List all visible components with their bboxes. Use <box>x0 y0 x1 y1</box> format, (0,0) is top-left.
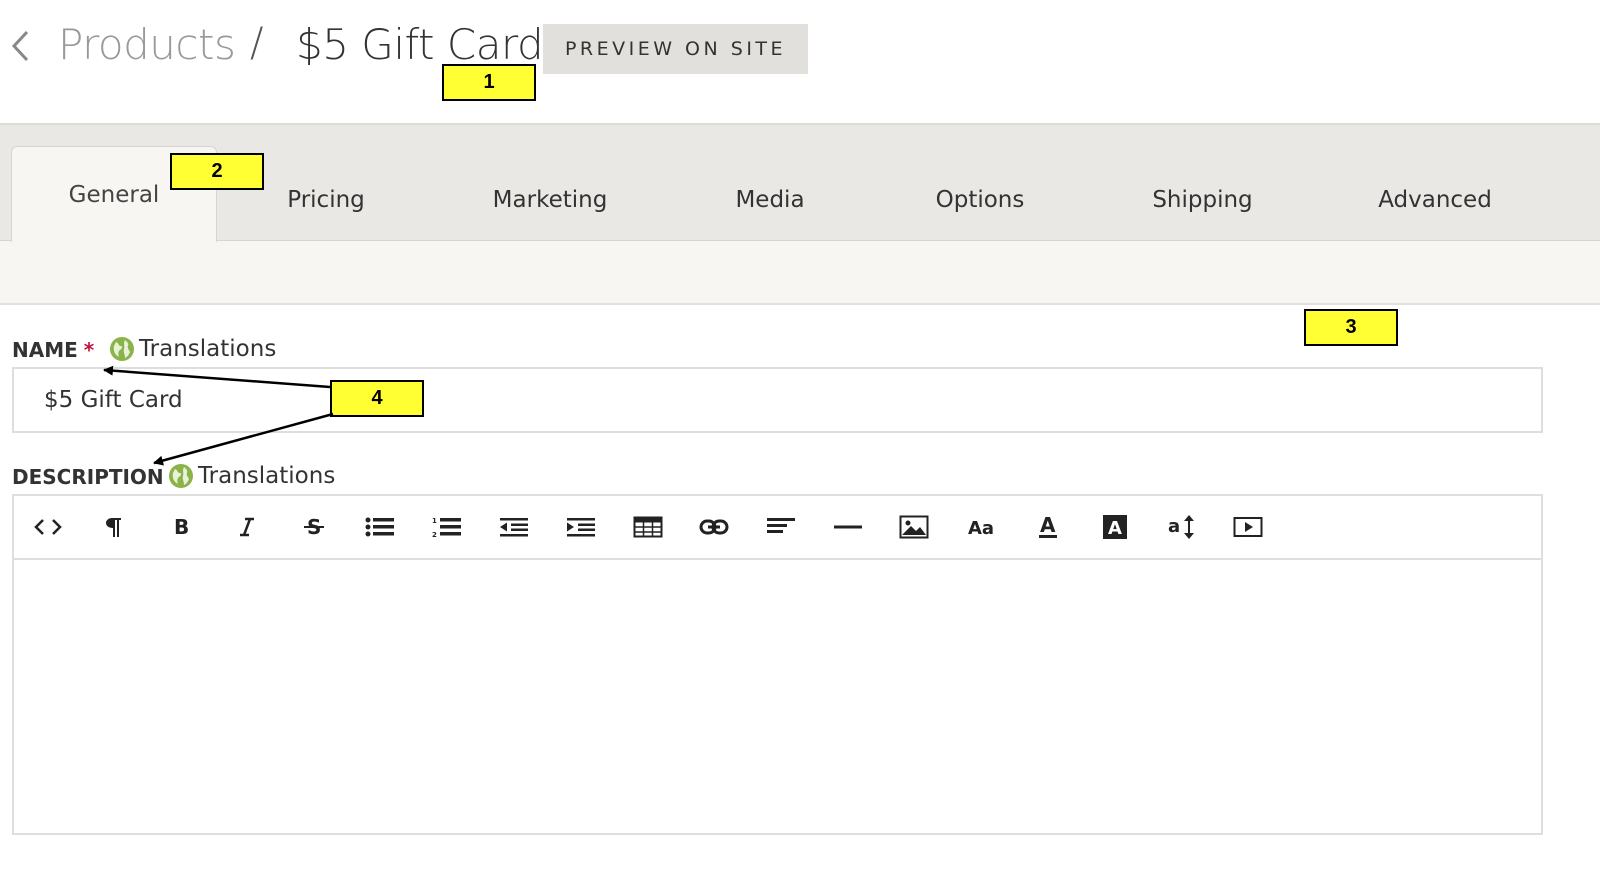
breadcrumb-products-link[interactable]: Products <box>58 20 236 69</box>
preview-on-site-button[interactable]: PREVIEW ON SITE <box>543 24 808 74</box>
tab-media[interactable]: Media <box>710 160 830 240</box>
tab-options[interactable]: Options <box>910 160 1050 240</box>
page-title: $5 Gift Card <box>296 20 544 69</box>
paragraph-icon[interactable] <box>96 509 132 545</box>
video-icon[interactable] <box>1230 509 1266 545</box>
svg-text:A: A <box>1040 514 1056 537</box>
back-chevron-icon[interactable] <box>8 26 32 66</box>
strikethrough-icon[interactable]: S <box>296 509 332 545</box>
tab-advanced[interactable]: Advanced <box>1360 160 1510 240</box>
ordered-list-icon[interactable]: 12 <box>429 509 465 545</box>
description-translations-label: Translations <box>198 463 336 489</box>
description-translations-link[interactable]: Translations <box>168 463 335 489</box>
name-translations-link[interactable]: Translations <box>109 336 276 362</box>
globe-icon <box>110 337 134 361</box>
annotation-marker-1: 1 <box>442 64 536 101</box>
editor-toolbar: B S 12 Aa A A a <box>14 496 1541 560</box>
name-translations-label: Translations <box>139 336 277 362</box>
indent-icon[interactable] <box>563 509 599 545</box>
font-color-icon[interactable]: A <box>1030 509 1066 545</box>
line-height-icon[interactable]: a <box>1164 509 1200 545</box>
tab-marketing[interactable]: Marketing <box>470 160 630 240</box>
annotation-marker-3: 3 <box>1304 309 1398 346</box>
globe-icon <box>169 464 193 488</box>
link-icon[interactable] <box>696 509 732 545</box>
tab-content-header <box>0 240 1600 305</box>
breadcrumb-separator: / <box>250 20 264 66</box>
table-icon[interactable] <box>630 509 666 545</box>
name-label-text: NAME <box>12 338 78 362</box>
svg-text:2: 2 <box>432 531 437 538</box>
svg-text:a: a <box>1168 516 1180 537</box>
code-view-icon[interactable] <box>30 509 66 545</box>
svg-text:Aa: Aa <box>968 518 994 539</box>
background-color-icon[interactable]: A <box>1097 509 1133 545</box>
required-asterisk: * <box>83 338 95 362</box>
annotation-marker-4: 4 <box>330 380 424 417</box>
horizontal-rule-icon[interactable] <box>830 509 866 545</box>
outdent-icon[interactable] <box>496 509 532 545</box>
name-label: NAME * <box>12 338 94 362</box>
svg-text:1: 1 <box>432 517 437 525</box>
tab-pricing[interactable]: Pricing <box>256 160 396 240</box>
bold-icon[interactable]: B <box>162 509 198 545</box>
description-editor: B S 12 Aa A A a <box>12 494 1543 835</box>
align-left-icon[interactable] <box>763 509 799 545</box>
font-family-icon[interactable]: Aa <box>963 509 999 545</box>
svg-text:B: B <box>174 515 189 539</box>
tab-shipping[interactable]: Shipping <box>1130 160 1275 240</box>
svg-text:A: A <box>1108 518 1122 539</box>
annotation-marker-2: 2 <box>170 153 264 190</box>
description-label: DESCRIPTION <box>12 465 164 489</box>
name-input[interactable] <box>12 367 1543 433</box>
italic-icon[interactable] <box>229 509 265 545</box>
description-textarea[interactable] <box>14 560 1541 833</box>
unordered-list-icon[interactable] <box>362 509 398 545</box>
image-icon[interactable] <box>896 509 932 545</box>
